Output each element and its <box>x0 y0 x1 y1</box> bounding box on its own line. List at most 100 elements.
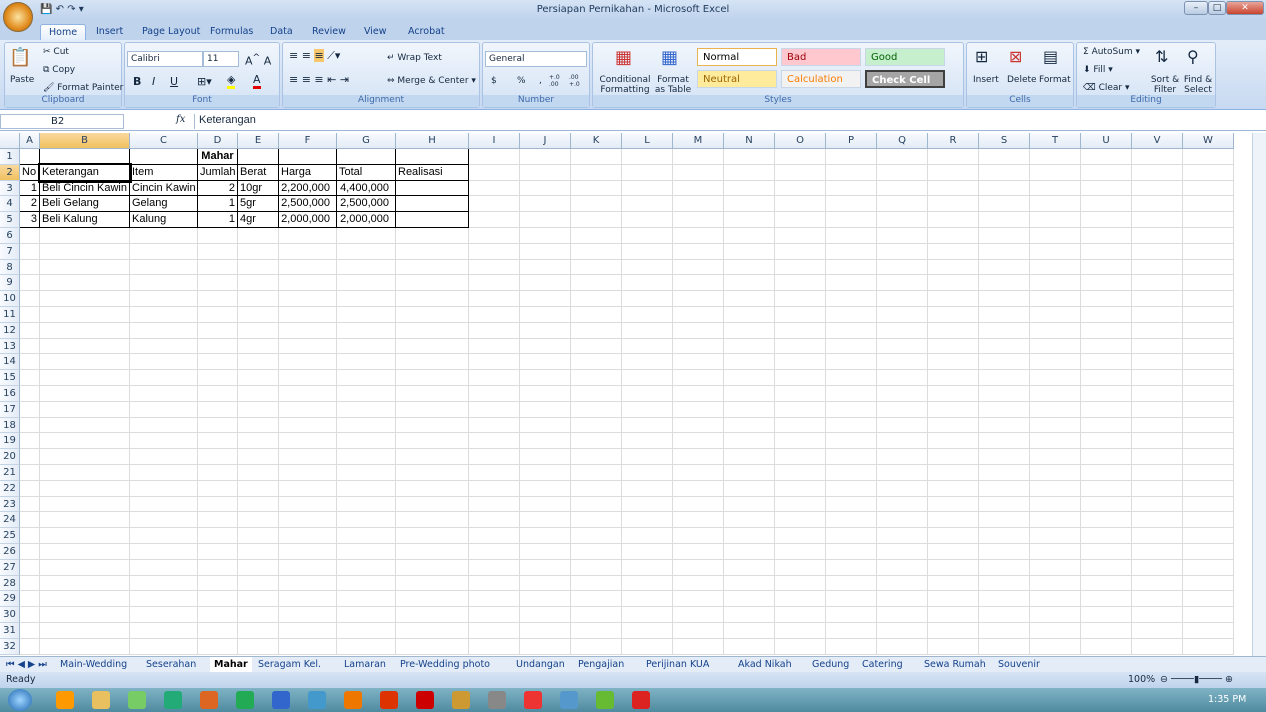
row-header-2[interactable]: 2 <box>0 164 20 181</box>
column-header-K[interactable]: K <box>571 133 622 149</box>
style-neutral[interactable]: Neutral <box>697 70 777 88</box>
cell-C25[interactable] <box>130 528 198 544</box>
cell-Q2[interactable] <box>877 164 928 181</box>
cell-V9[interactable] <box>1132 275 1183 292</box>
cell-R16[interactable] <box>928 386 979 402</box>
cell-A32[interactable] <box>20 638 40 655</box>
cell-K24[interactable] <box>571 512 622 529</box>
cell-R4[interactable] <box>928 196 979 213</box>
cell-V28[interactable] <box>1132 575 1183 592</box>
cell-J8[interactable] <box>520 259 571 276</box>
cell-O18[interactable] <box>775 417 826 434</box>
cell-Q8[interactable] <box>877 259 928 276</box>
cell-E5[interactable]: 4gr <box>238 212 279 228</box>
cell-E30[interactable] <box>238 607 279 623</box>
cell-J11[interactable] <box>520 307 571 323</box>
cell-P9[interactable] <box>826 275 877 292</box>
taskbar-app-icon[interactable] <box>416 691 434 709</box>
cell-D6[interactable] <box>198 228 238 244</box>
cell-E6[interactable] <box>238 228 279 244</box>
cell-F19[interactable] <box>279 433 337 450</box>
column-header-U[interactable]: U <box>1081 133 1132 149</box>
cell-D24[interactable] <box>198 512 238 529</box>
row-header-25[interactable]: 25 <box>0 528 20 544</box>
cell-A1[interactable] <box>20 149 40 165</box>
cell-I20[interactable] <box>469 449 520 465</box>
cell-D10[interactable] <box>198 291 238 307</box>
cell-S24[interactable] <box>979 512 1030 529</box>
cell-E20[interactable] <box>238 449 279 465</box>
cell-V23[interactable] <box>1132 496 1183 513</box>
cell-J2[interactable] <box>520 164 571 181</box>
spreadsheet-grid[interactable]: A B C D E F G H I J K L M N O P Q R S T U V W 1 Mahar 2 No Keterang… <box>0 133 1256 656</box>
cell-O17[interactable] <box>775 401 826 418</box>
cell-U8[interactable] <box>1081 259 1132 276</box>
cell-J18[interactable] <box>520 417 571 434</box>
cell-P5[interactable] <box>826 212 877 228</box>
sheet-tab-gedung[interactable]: Gedung <box>808 657 853 672</box>
tab-view[interactable]: View <box>356 24 395 40</box>
tab-data[interactable]: Data <box>262 24 301 40</box>
cell-K5[interactable] <box>571 212 622 228</box>
zoom-slider[interactable]: ⊖ ────▮──── ⊕ <box>1160 672 1260 688</box>
cell-S16[interactable] <box>979 386 1030 402</box>
cell-W13[interactable] <box>1183 338 1234 355</box>
cell-C17[interactable] <box>130 401 198 418</box>
column-header-Q[interactable]: Q <box>877 133 928 149</box>
cell-I14[interactable] <box>469 354 520 371</box>
cell-J5[interactable] <box>520 212 571 228</box>
cell-M20[interactable] <box>673 449 724 465</box>
cell-A31[interactable] <box>20 623 40 639</box>
cell-W20[interactable] <box>1183 449 1234 465</box>
cell-G20[interactable] <box>337 449 396 465</box>
cell-K29[interactable] <box>571 591 622 608</box>
cell-K17[interactable] <box>571 401 622 418</box>
cell-H17[interactable] <box>396 401 469 418</box>
cell-S12[interactable] <box>979 322 1030 339</box>
cell-C2[interactable]: Item <box>130 164 198 181</box>
column-header-G[interactable]: G <box>337 133 396 149</box>
row-header-26[interactable]: 26 <box>0 544 20 560</box>
column-header-W[interactable]: W <box>1183 133 1234 149</box>
cell-T21[interactable] <box>1030 465 1081 481</box>
cell-L19[interactable] <box>622 433 673 450</box>
cell-S20[interactable] <box>979 449 1030 465</box>
cell-P27[interactable] <box>826 559 877 576</box>
cell-R19[interactable] <box>928 433 979 450</box>
cell-B8[interactable] <box>40 259 130 276</box>
cell-R2[interactable] <box>928 164 979 181</box>
cell-L11[interactable] <box>622 307 673 323</box>
cell-D28[interactable] <box>198 575 238 592</box>
cell-N17[interactable] <box>724 401 775 418</box>
cell-I17[interactable] <box>469 401 520 418</box>
cell-B32[interactable] <box>40 638 130 655</box>
cell-A21[interactable] <box>20 465 40 481</box>
cell-S30[interactable] <box>979 607 1030 623</box>
cell-B16[interactable] <box>40 386 130 402</box>
row-header-30[interactable]: 30 <box>0 607 20 623</box>
comma-button[interactable]: , <box>539 76 542 86</box>
cell-N23[interactable] <box>724 496 775 513</box>
cell-D1[interactable]: Mahar <box>198 149 238 165</box>
cell-H10[interactable] <box>396 291 469 307</box>
cell-M9[interactable] <box>673 275 724 292</box>
cell-M32[interactable] <box>673 638 724 655</box>
cell-B7[interactable] <box>40 243 130 260</box>
cell-J21[interactable] <box>520 465 571 481</box>
cell-R29[interactable] <box>928 591 979 608</box>
close-button[interactable]: ✕ <box>1226 1 1264 15</box>
cell-V27[interactable] <box>1132 559 1183 576</box>
row-header-32[interactable]: 32 <box>0 638 20 655</box>
decrease-decimal-button[interactable]: .00 +.0 <box>569 74 587 88</box>
cell-D8[interactable] <box>198 259 238 276</box>
cell-L14[interactable] <box>622 354 673 371</box>
cell-A10[interactable] <box>20 291 40 307</box>
format-as-table-button[interactable]: Format as Table <box>653 75 693 95</box>
cell-U11[interactable] <box>1081 307 1132 323</box>
cell-C1[interactable] <box>130 149 198 165</box>
row-header-5[interactable]: 5 <box>0 212 20 228</box>
cell-E8[interactable] <box>238 259 279 276</box>
column-header-L[interactable]: L <box>622 133 673 149</box>
cell-I18[interactable] <box>469 417 520 434</box>
cell-E1[interactable] <box>238 149 279 165</box>
